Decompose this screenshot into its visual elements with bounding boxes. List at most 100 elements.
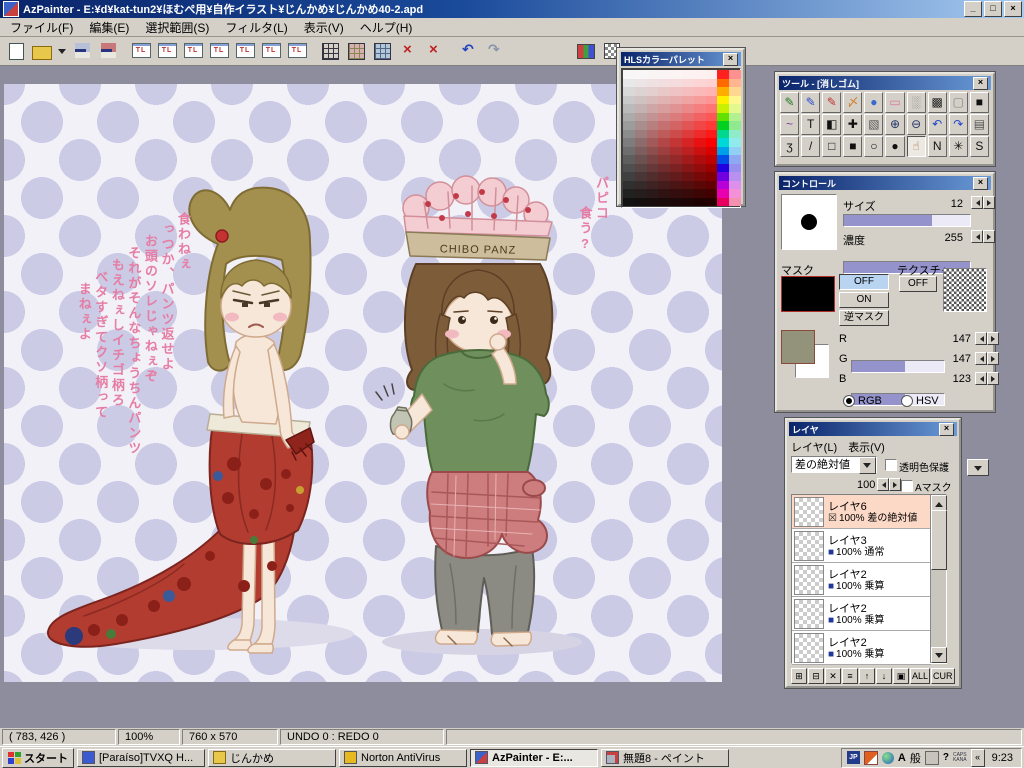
density-spinner[interactable]: [971, 230, 995, 243]
palette-cell[interactable]: [658, 138, 670, 147]
palette-cell[interactable]: [682, 121, 694, 130]
layer-thumbnail[interactable]: [794, 599, 824, 629]
ime-input-mode[interactable]: A: [898, 752, 906, 764]
palette-cell[interactable]: [682, 181, 694, 190]
spline-tool[interactable]: ʒ: [780, 136, 799, 157]
mask-swatch[interactable]: [781, 276, 835, 312]
palette-cell[interactable]: [682, 138, 694, 147]
palette-cell[interactable]: [682, 147, 694, 156]
palette-cell[interactable]: [647, 79, 659, 88]
layer-up-button[interactable]: ↑: [859, 668, 875, 684]
mask-off-button[interactable]: OFF: [839, 274, 889, 290]
palette-cell[interactable]: [647, 87, 659, 96]
hls-close-icon[interactable]: [723, 53, 738, 66]
main-color-swatch[interactable]: [781, 330, 815, 364]
ime-globe-icon[interactable]: [882, 752, 894, 764]
palette-cell[interactable]: [623, 121, 635, 130]
open-recent-arrow[interactable]: [56, 40, 68, 63]
scurve-tool[interactable]: S: [970, 136, 989, 157]
palette-cell[interactable]: [623, 79, 635, 88]
save-as-button[interactable]: [96, 40, 120, 63]
palette-cell[interactable]: [635, 172, 647, 181]
copy-layer-button[interactable]: ⊟: [808, 668, 824, 684]
texture-swatch[interactable]: [943, 268, 987, 312]
palette-cell[interactable]: [658, 113, 670, 122]
palette-cell[interactable]: [635, 121, 647, 130]
palette-cell[interactable]: [670, 121, 682, 130]
pencil-tool[interactable]: ✎: [780, 92, 799, 113]
new-layer-button[interactable]: ⊞: [791, 668, 807, 684]
palette-cell[interactable]: [635, 181, 647, 190]
control-window-close-icon[interactable]: [973, 177, 988, 190]
palette-cell[interactable]: [682, 70, 694, 79]
palette-cell[interactable]: [635, 164, 647, 173]
palette-cell-spectrum[interactable]: [729, 79, 741, 88]
palette-cell-spectrum[interactable]: [729, 147, 741, 156]
taskbar-item-norton[interactable]: Norton AntiVirus: [339, 749, 467, 767]
layer-down-button[interactable]: ↓: [876, 668, 892, 684]
amask-checkbox[interactable]: [901, 480, 913, 492]
palette-cell[interactable]: [647, 164, 659, 173]
save-button[interactable]: [70, 40, 94, 63]
palette-cell[interactable]: [658, 155, 670, 164]
palette-cell[interactable]: [682, 164, 694, 173]
palette-cell[interactable]: [658, 181, 670, 190]
palette-cell[interactable]: [647, 113, 659, 122]
palette-cell[interactable]: [694, 70, 706, 79]
delete-layer-button[interactable]: ✕: [825, 668, 841, 684]
palette-cell-spectrum[interactable]: [717, 181, 729, 190]
palette-cell-spectrum[interactable]: [729, 87, 741, 96]
palette-cell[interactable]: [635, 155, 647, 164]
crayon-tool[interactable]: 〆: [843, 92, 862, 113]
layer-menu-view[interactable]: 表示(V): [846, 438, 891, 456]
taskbar-item-mspaint[interactable]: 無題8 - ペイント: [601, 749, 729, 767]
palette-cell[interactable]: [706, 138, 718, 147]
palette-cell[interactable]: [670, 164, 682, 173]
palette-cell[interactable]: [635, 113, 647, 122]
polygon-tool[interactable]: N: [928, 136, 947, 157]
palette-cell[interactable]: [658, 104, 670, 113]
palette-cell[interactable]: [647, 198, 659, 207]
palette-cell[interactable]: [682, 198, 694, 207]
palette-cell[interactable]: [694, 104, 706, 113]
undo-button[interactable]: [462, 40, 486, 63]
scrollbar-thumb[interactable]: [931, 510, 947, 570]
palette-cell-spectrum[interactable]: [717, 147, 729, 156]
open-file-button[interactable]: [30, 40, 54, 63]
ime-help-icon[interactable]: ?: [943, 752, 949, 763]
alpha-protect-checkbox[interactable]: [885, 459, 897, 471]
layer-opacity-spinner[interactable]: [877, 478, 901, 491]
title-bar[interactable]: AzPainter - E:¥d¥kat-tun2¥ほむぺ用¥自作イラスト¥じん…: [0, 0, 1024, 18]
layer-thumbnail[interactable]: [794, 497, 824, 527]
hls-palette-window[interactable]: HLSカラーパレット: [617, 48, 745, 206]
palette-cell-spectrum[interactable]: [717, 155, 729, 164]
palette-cell-spectrum[interactable]: [717, 189, 729, 198]
palette-cell-spectrum[interactable]: [729, 181, 741, 190]
pen-tray-icon[interactable]: [864, 751, 878, 765]
taskbar-item-azpainter[interactable]: AzPainter - E:...: [470, 749, 598, 767]
mask-inverse-button[interactable]: 逆マスク: [839, 310, 889, 326]
palette-cell-spectrum[interactable]: [729, 104, 741, 113]
palette-cell[interactable]: [706, 130, 718, 139]
palette-cell-spectrum[interactable]: [729, 155, 741, 164]
palette-cell[interactable]: [635, 79, 647, 88]
combine-layer-button[interactable]: ≡: [842, 668, 858, 684]
palette-cell[interactable]: [670, 104, 682, 113]
palette-cell[interactable]: [670, 87, 682, 96]
palette-cell[interactable]: [647, 181, 659, 190]
palette-cell-spectrum[interactable]: [717, 172, 729, 181]
tone-tool[interactable]: ░: [907, 92, 926, 113]
palette-cell[interactable]: [694, 181, 706, 190]
palette-cell-spectrum[interactable]: [729, 70, 741, 79]
palette-cell[interactable]: [635, 70, 647, 79]
toggle-tool-window[interactable]: [129, 40, 153, 63]
fill-rect-tool[interactable]: ■: [843, 136, 862, 157]
palette-cell-spectrum[interactable]: [717, 130, 729, 139]
palette-cell[interactable]: [706, 87, 718, 96]
menu-file[interactable]: ファイル(F): [2, 17, 81, 38]
color-mode-dropdown[interactable]: [967, 459, 989, 476]
channel-r-slider[interactable]: [851, 360, 945, 373]
size-slider[interactable]: [843, 214, 971, 227]
palette-cell[interactable]: [706, 70, 718, 79]
scroll-down-icon[interactable]: [931, 647, 947, 663]
